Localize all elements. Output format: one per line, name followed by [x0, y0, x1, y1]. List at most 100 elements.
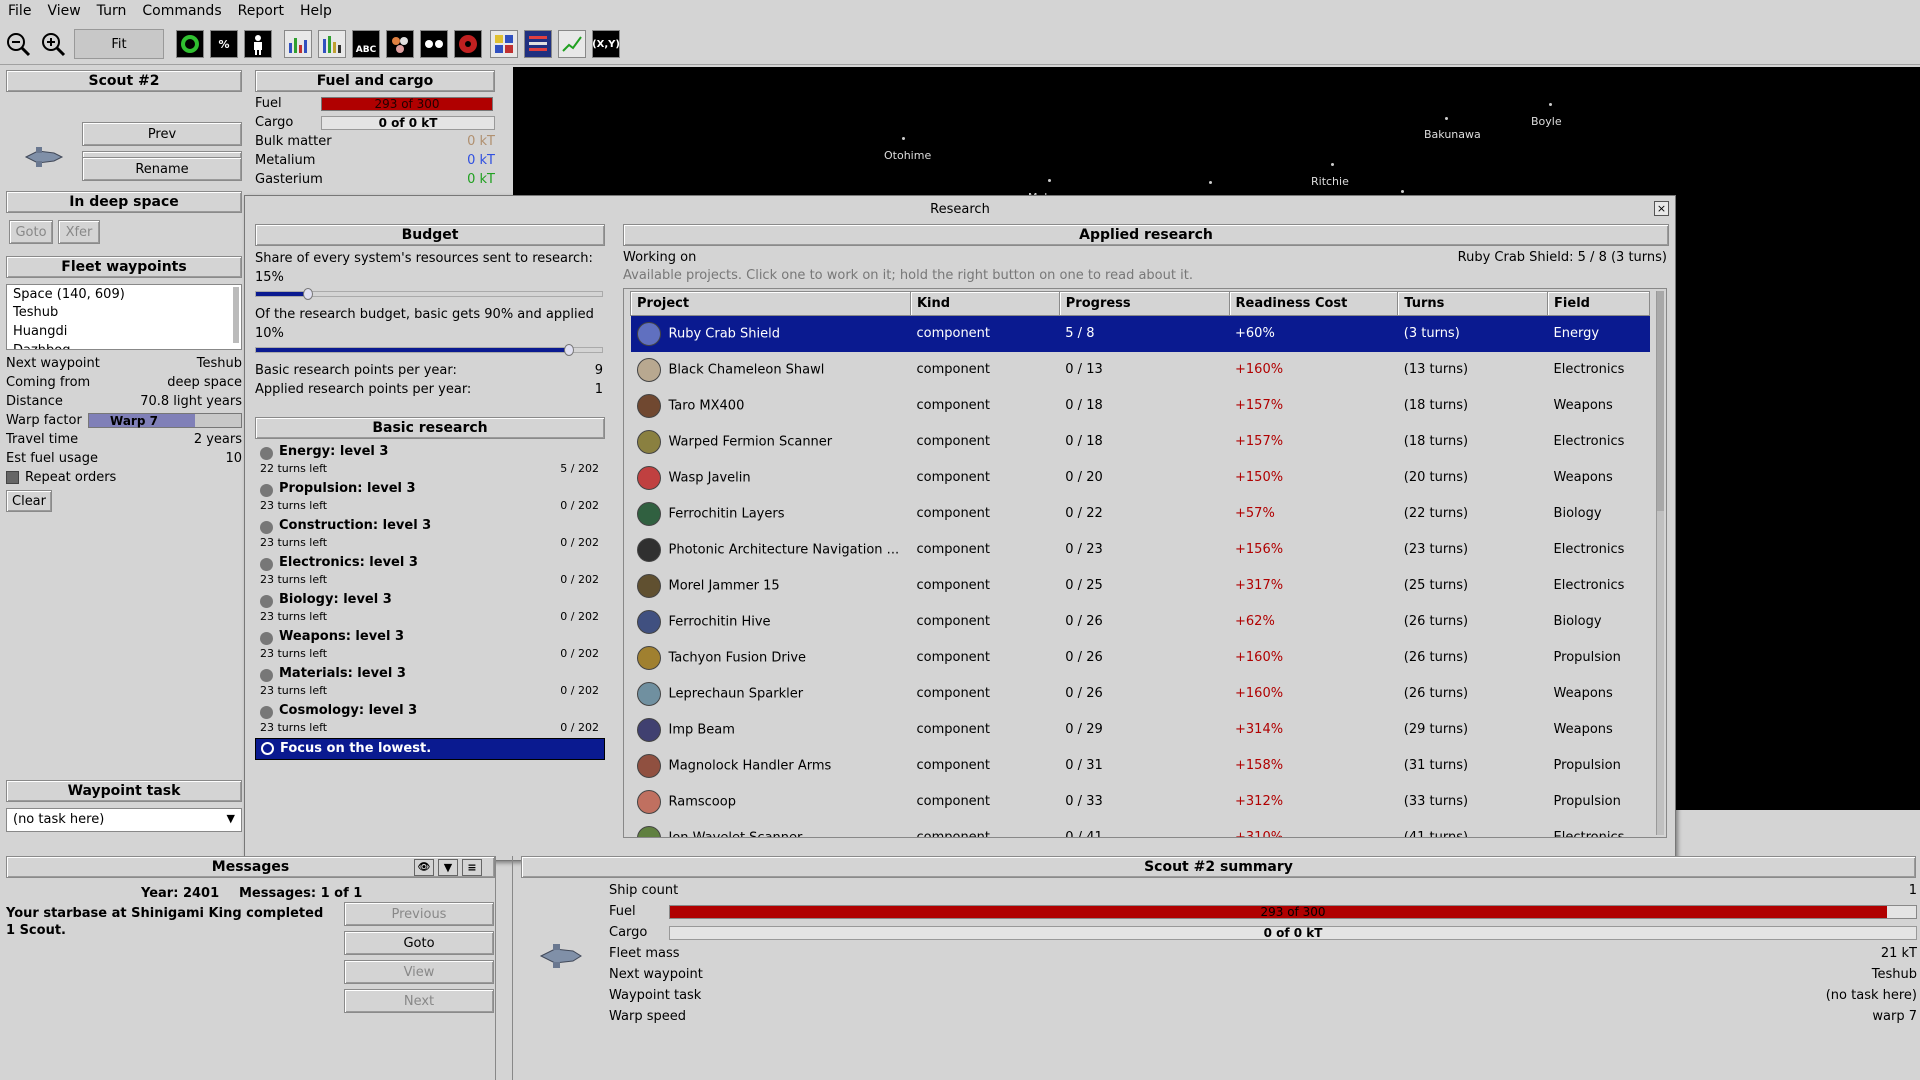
bar-chart-icon[interactable]	[284, 30, 312, 58]
xfer-button[interactable]: Xfer	[58, 220, 100, 244]
budget-section: Budget Share of every system's resources…	[255, 224, 605, 399]
project-name: Warped Fermion Scanner	[668, 434, 833, 449]
project-row[interactable]: Wasp Javelin component 0 / 20 +150% (20 turn…	[631, 460, 1650, 496]
waypoint-item[interactable]: Teshub	[7, 304, 241, 323]
colored-dots-icon[interactable]	[386, 30, 414, 58]
projects-scrollbar[interactable]	[1656, 291, 1664, 835]
star-dot[interactable]	[1048, 179, 1051, 182]
waypoint-item[interactable]: Huangdi	[7, 323, 241, 342]
planet-view-icon[interactable]	[176, 30, 204, 58]
coordinates-icon[interactable]: (X,Y)	[592, 30, 620, 58]
star-dot[interactable]	[1209, 181, 1212, 184]
minefield-icon[interactable]	[454, 30, 482, 58]
filter-icon[interactable]: ▼	[438, 859, 458, 876]
goto-message-button[interactable]: Goto	[344, 931, 494, 955]
basic-research-item[interactable]: Weapons: level 3 23 turns left 0 / 202	[255, 627, 605, 664]
waypoints-scrollbar[interactable]	[233, 287, 239, 343]
working-on-label: Working on	[623, 250, 697, 265]
project-row[interactable]: Imp Beam component 0 / 29 +314% (29 turns) We…	[631, 712, 1650, 748]
col-project[interactable]: Project	[630, 291, 911, 316]
star-dot[interactable]	[1549, 103, 1552, 106]
grid-view-icon[interactable]	[490, 30, 518, 58]
menu-report[interactable]: Report	[230, 0, 292, 19]
projects-scrollbar-thumb[interactable]	[1657, 291, 1664, 511]
project-row[interactable]: Morel Jammer 15 component 0 / 25 +317% (25 t…	[631, 568, 1650, 604]
prev-button[interactable]: Prev	[82, 122, 242, 146]
project-row[interactable]: Tachyon Fusion Drive component 0 / 26 +160%…	[631, 640, 1650, 676]
col-readiness-cost[interactable]: Readiness Cost	[1228, 291, 1399, 316]
star-dot[interactable]	[902, 137, 905, 140]
menu-commands[interactable]: Commands	[134, 0, 229, 19]
project-row[interactable]: Photonic Architecture Navigation ... comp…	[631, 532, 1650, 568]
col-kind[interactable]: Kind	[909, 291, 1060, 316]
project-row[interactable]: Warped Fermion Scanner component 0 / 18 +15…	[631, 424, 1650, 460]
population-view-icon[interactable]	[244, 30, 272, 58]
basic-research-item[interactable]: Electronics: level 3 23 turns left 0 / 202	[255, 553, 605, 590]
waypoints-list[interactable]: Space (140, 609) Teshub Huangdi Dazhbog	[6, 284, 242, 350]
split-slider-handle[interactable]	[564, 344, 575, 356]
cargo-panel: Fuel and cargo Fuel 293 of 300 Cargo 0 o…	[255, 70, 495, 214]
project-row[interactable]: Ruby Crab Shield component 5 / 8 +60% (3 tur…	[630, 315, 1650, 352]
fleet-dots-icon[interactable]	[420, 30, 448, 58]
turns-cell: (26 turns)	[1403, 650, 1469, 665]
goto-button[interactable]: Goto	[9, 220, 53, 244]
project-row[interactable]: Magnolock Handler Arms component 0 / 31 +15…	[631, 748, 1650, 784]
scanner-icon	[636, 825, 661, 837]
basic-research-item[interactable]: Cosmology: level 3 23 turns left 0 / 202	[255, 701, 605, 738]
col-progress[interactable]: Progress	[1058, 291, 1230, 316]
basic-research-item[interactable]: Materials: level 3 23 turns left 0 / 202	[255, 664, 605, 701]
share-slider-handle[interactable]	[303, 288, 314, 300]
basic-research-item[interactable]: Biology: level 3 23 turns left 0 / 202	[255, 590, 605, 627]
menu-view[interactable]: View	[39, 0, 88, 19]
basic-research-item[interactable]: Propulsion: level 3 23 turns left 0 / 202	[255, 479, 605, 516]
basic-research-turns: 23 turns left	[260, 536, 328, 549]
fit-button[interactable]: Fit	[74, 29, 164, 59]
progress-cell: 0 / 18	[1065, 398, 1103, 413]
view-message-button[interactable]: View	[344, 960, 494, 984]
menu-turn[interactable]: Turn	[89, 0, 135, 19]
share-slider[interactable]	[255, 288, 603, 300]
next-message-button[interactable]: Next	[344, 989, 494, 1013]
scoop-icon	[636, 789, 661, 814]
project-row[interactable]: Ferrochitin Layers component 0 / 22 +57% (22…	[631, 496, 1650, 532]
zoom-in-icon[interactable]	[39, 30, 67, 58]
star-dot[interactable]	[1445, 117, 1448, 120]
zoom-out-icon[interactable]	[4, 30, 32, 58]
waypoint-item[interactable]: Space (140, 609)	[7, 285, 241, 304]
basic-research-item[interactable]: Construction: level 3 23 turns left 0 / 20…	[255, 516, 605, 553]
repeat-orders-checkbox[interactable]	[6, 471, 19, 484]
star-dot[interactable]	[1331, 163, 1334, 166]
summary-fuel-bar: 293 of 300	[669, 904, 1917, 919]
project-row[interactable]: Black Chameleon Shawl component 0 / 13 +160…	[631, 352, 1650, 388]
notes-icon[interactable]: ≡	[462, 859, 482, 876]
focus-lowest-option[interactable]: Focus on the lowest.	[255, 738, 605, 760]
line-graph-icon[interactable]	[558, 30, 586, 58]
waypoint-task-select[interactable]: (no task here) ▼	[6, 808, 242, 832]
waypoint-item[interactable]: Dazhbog	[7, 342, 241, 349]
stripes-view-icon[interactable]	[524, 30, 552, 58]
mineral-chart-icon[interactable]	[318, 30, 346, 58]
col-turns[interactable]: Turns	[1397, 291, 1549, 316]
project-row[interactable]: Leprechaun Sparkler component 0 / 26 +160% (…	[631, 676, 1650, 712]
percent-view-icon[interactable]: %	[210, 30, 238, 58]
star-dot[interactable]	[1401, 190, 1404, 193]
clear-button[interactable]: Clear	[6, 490, 52, 512]
warp-value: Warp 7	[110, 414, 158, 428]
summary-task-label: Waypoint task	[609, 988, 702, 1003]
split-slider[interactable]	[255, 344, 603, 356]
menu-file[interactable]: File	[0, 0, 39, 19]
project-row[interactable]: Ramscoop component 0 / 33 +312% (33 turns) Pr…	[631, 784, 1650, 820]
close-icon[interactable]: ×	[1654, 201, 1669, 216]
basic-research-item[interactable]: Energy: level 3 22 turns left 5 / 202	[255, 442, 605, 479]
warp-slider[interactable]: Warp 7	[88, 413, 242, 428]
menu-help[interactable]: Help	[292, 0, 340, 19]
eye-icon[interactable]: 👁	[414, 859, 434, 876]
project-row[interactable]: Taro MX400 component 0 / 18 +157% (18 turns)…	[631, 388, 1650, 424]
javelin-icon	[636, 465, 661, 490]
rename-button[interactable]: Rename	[82, 157, 242, 181]
project-row[interactable]: Ferrochitin Hive component 0 / 26 +62% (26 t…	[631, 604, 1650, 640]
col-field[interactable]: Field	[1547, 291, 1650, 316]
project-row[interactable]: Ion Wavelet Scanner component 0 / 41 +310% (…	[631, 820, 1650, 837]
abc-names-icon[interactable]: ABC	[352, 30, 380, 58]
previous-message-button[interactable]: Previous	[344, 902, 494, 926]
